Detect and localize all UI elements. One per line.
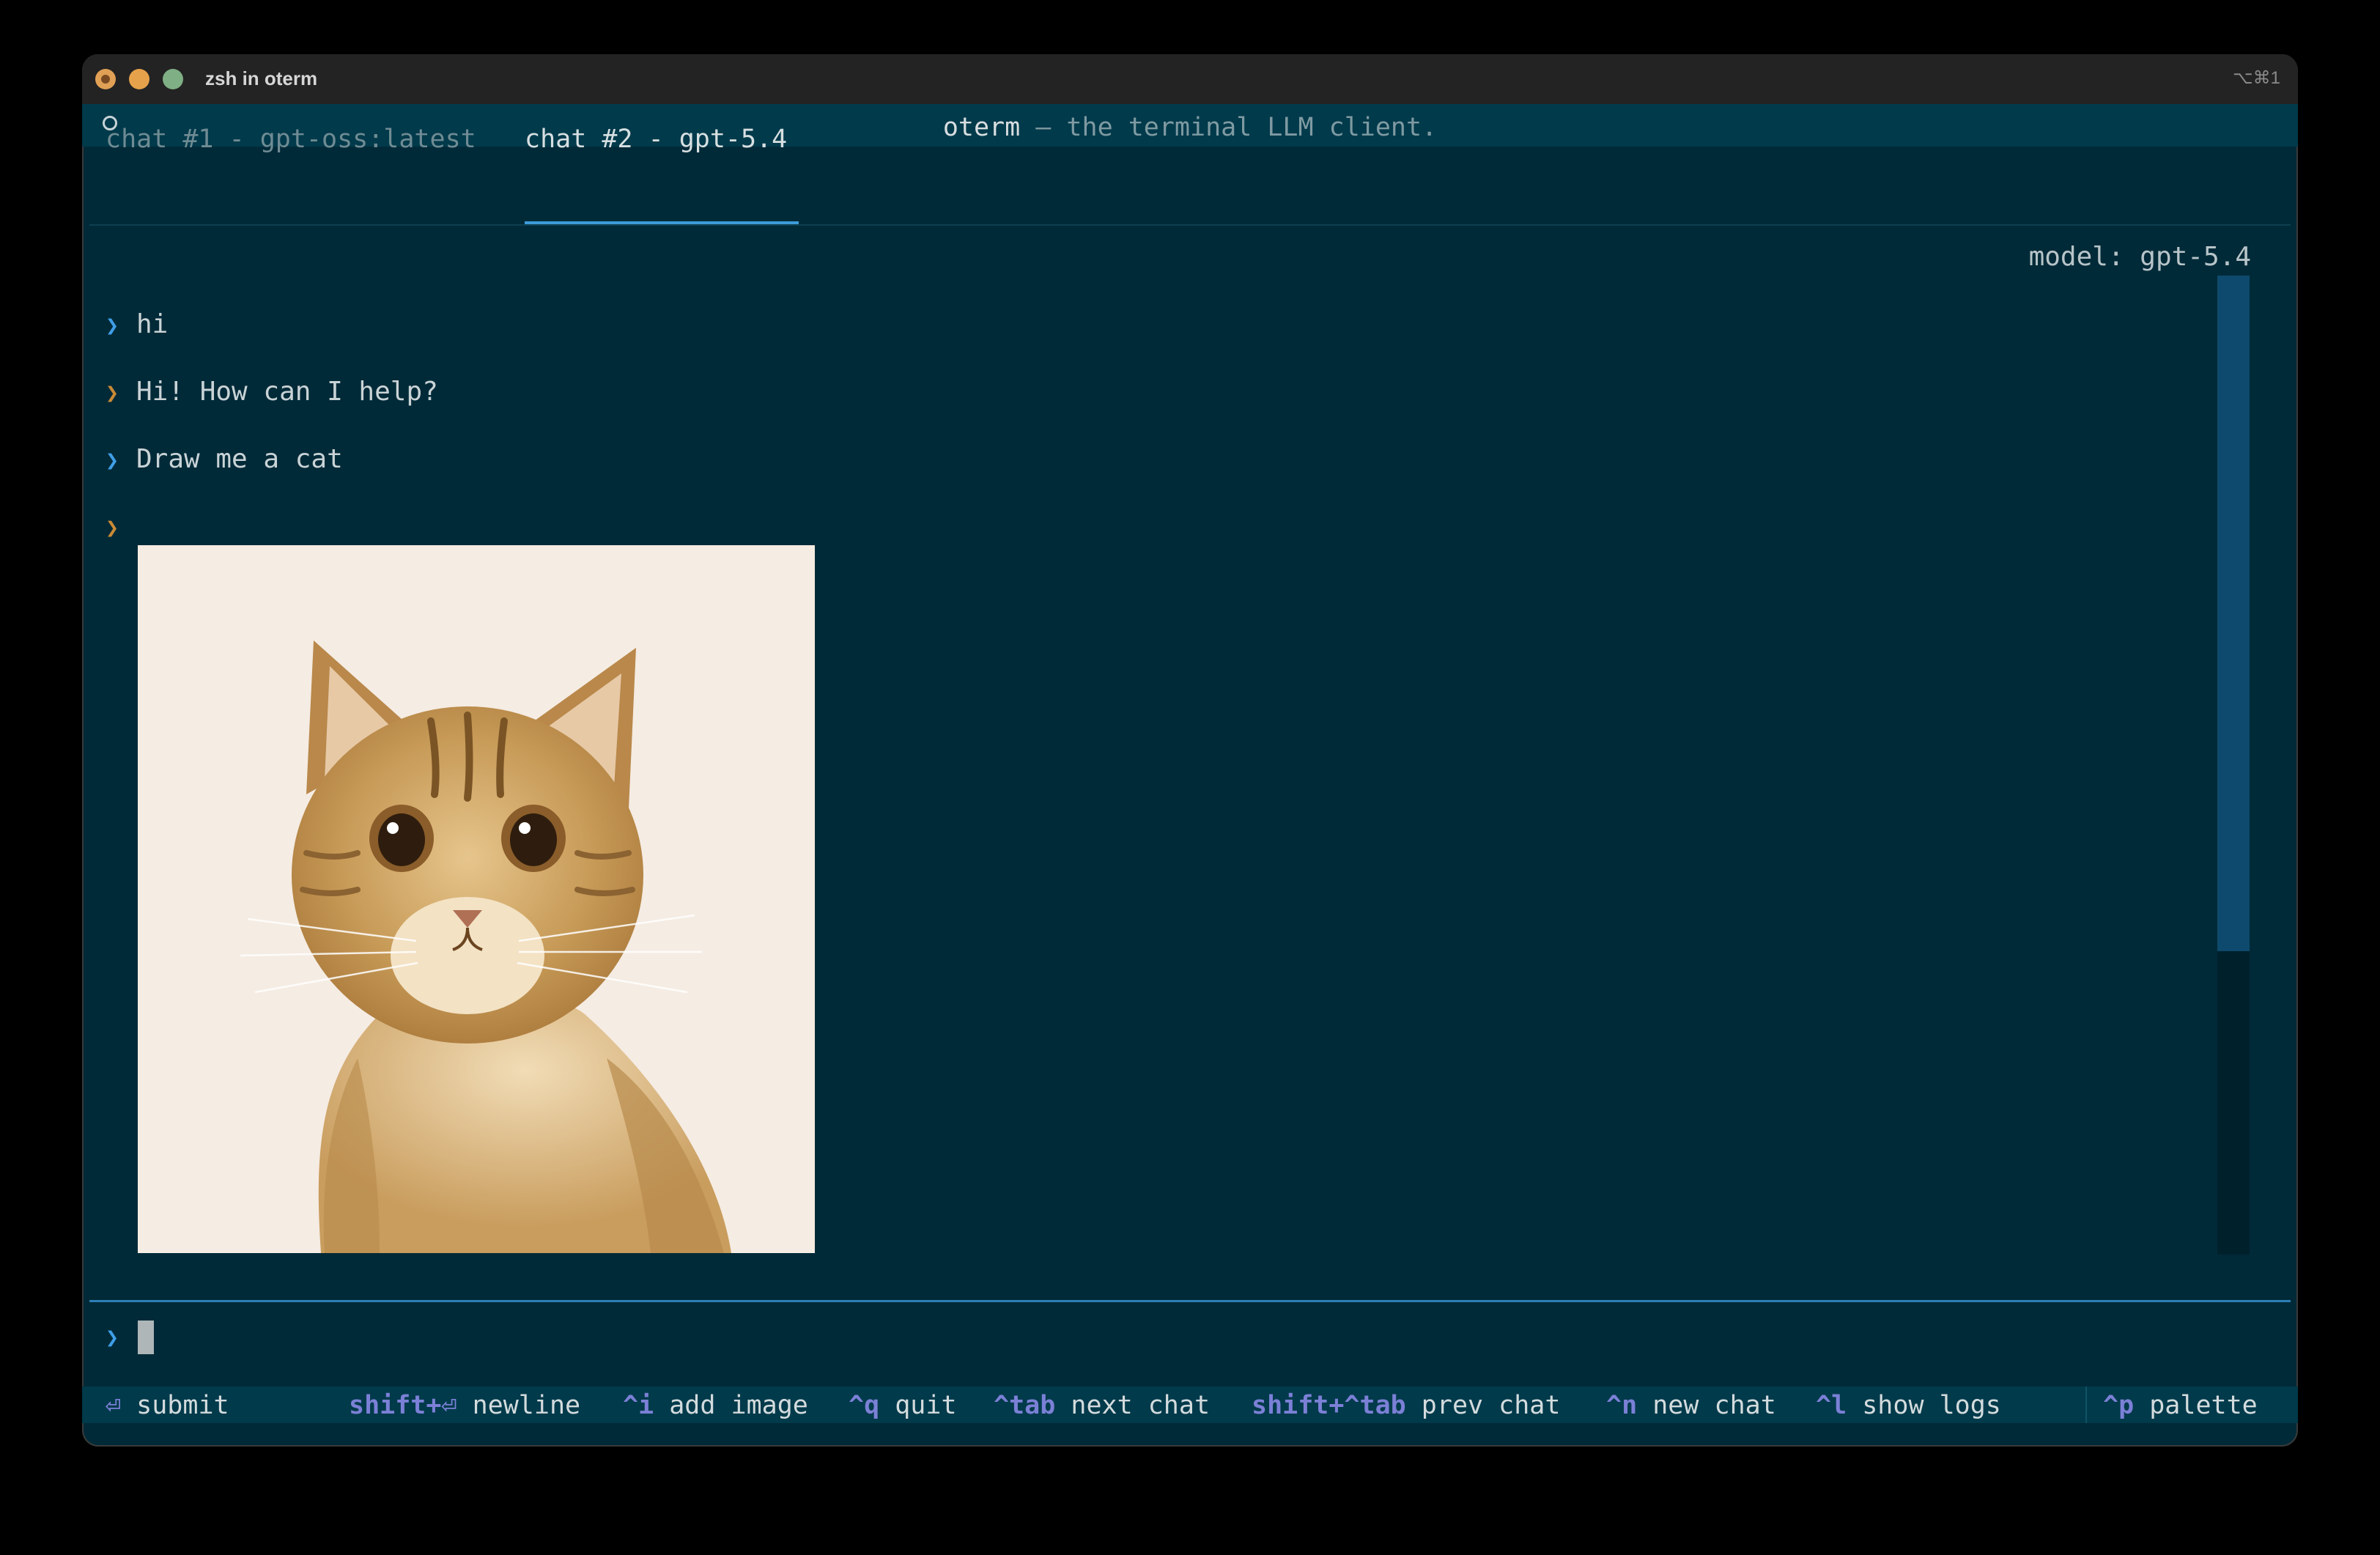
generated-cat-image [138,545,815,1253]
minimize-window-button[interactable] [129,69,149,89]
app-title-separator: — [1020,113,1067,142]
footer-key: ^l [1816,1391,1847,1420]
footer-label: prev chat [1421,1391,1561,1420]
footer-key: shift+⏎ [349,1391,457,1420]
footer-newline[interactable]: shift+⏎ newline [349,1391,580,1420]
footer-key: ^p [2103,1391,2135,1420]
model-label: model: gpt-5.4 [2028,242,2251,272]
window-shortcut: ⌥⌘1 [2232,68,2280,88]
footer-label: palette [2149,1391,2258,1420]
terminal-window: zsh in oterm ⌥⌘1 oterm — the terminal LL… [82,54,2298,1447]
footer-prev-chat[interactable]: shift+^tab prev chat [1252,1391,1560,1420]
footer-key: ^i [623,1391,654,1420]
assistant-prompt-icon: ❯ [106,515,119,541]
tab-chat-1[interactable]: chat #1 - gpt-oss:latest [106,125,476,154]
close-window-button[interactable] [95,69,116,89]
footer-key: ^q [849,1391,880,1420]
message-text: Draw me a cat [136,444,343,474]
footer-new-chat[interactable]: ^n new chat [1606,1391,1776,1420]
window-title: zsh in oterm [205,67,318,89]
footer-add-image[interactable]: ^i add image [623,1391,808,1420]
input-divider [89,1300,2291,1302]
tab-chat-2[interactable]: chat #2 - gpt-5.4 [525,125,787,154]
user-prompt-icon: ❯ [106,313,119,339]
maximize-window-button[interactable] [163,69,183,89]
chat-message-assistant: ❯ Hi! How can I help? [106,377,438,407]
footer-quit[interactable]: ^q quit [849,1391,957,1420]
footer-label: quit [895,1391,957,1420]
keybindings-footer: ⏎ submit shift+⏎ newline ^i add image ^q… [82,1386,2298,1423]
message-text: hi [136,309,169,339]
footer-label: newline [472,1391,581,1420]
footer-submit[interactable]: ⏎ submit [106,1391,229,1420]
assistant-prompt-icon: ❯ [106,380,119,406]
footer-divider [2085,1386,2087,1423]
cat-illustration [138,545,815,1253]
footer-label: new chat [1652,1391,1776,1420]
chat-scrollbar[interactable] [2217,276,2250,1255]
footer-palette[interactable]: ^p palette [2103,1391,2258,1420]
footer-key: ^tab [994,1391,1056,1420]
footer-next-chat[interactable]: ^tab next chat [994,1391,1210,1420]
footer-label: next chat [1071,1391,1211,1420]
prompt-input[interactable] [138,1321,154,1354]
tabs-divider [89,224,2291,226]
enter-key-icon: ⏎ [106,1391,122,1420]
app-name: oterm [942,113,1021,142]
footer-label: add image [669,1391,808,1420]
message-text: Hi! How can I help? [136,377,438,407]
footer-key: ^n [1606,1391,1638,1420]
chat-message-user: ❯ hi [106,309,168,339]
user-prompt-icon: ❯ [106,448,119,473]
chat-message-assistant: ❯ [106,511,136,542]
footer-key: shift+^tab [1252,1391,1406,1420]
window-titlebar: zsh in oterm ⌥⌘1 [82,54,2298,104]
footer-label: show logs [1862,1391,2001,1420]
footer-show-logs[interactable]: ^l show logs [1816,1391,2001,1420]
chat-message-user: ❯ Draw me a cat [106,444,343,474]
scrollbar-thumb[interactable] [2217,276,2250,951]
footer-label: submit [136,1391,229,1420]
app-tagline: the terminal LLM client. [1066,113,1438,142]
input-prompt-icon: ❯ [106,1325,119,1351]
